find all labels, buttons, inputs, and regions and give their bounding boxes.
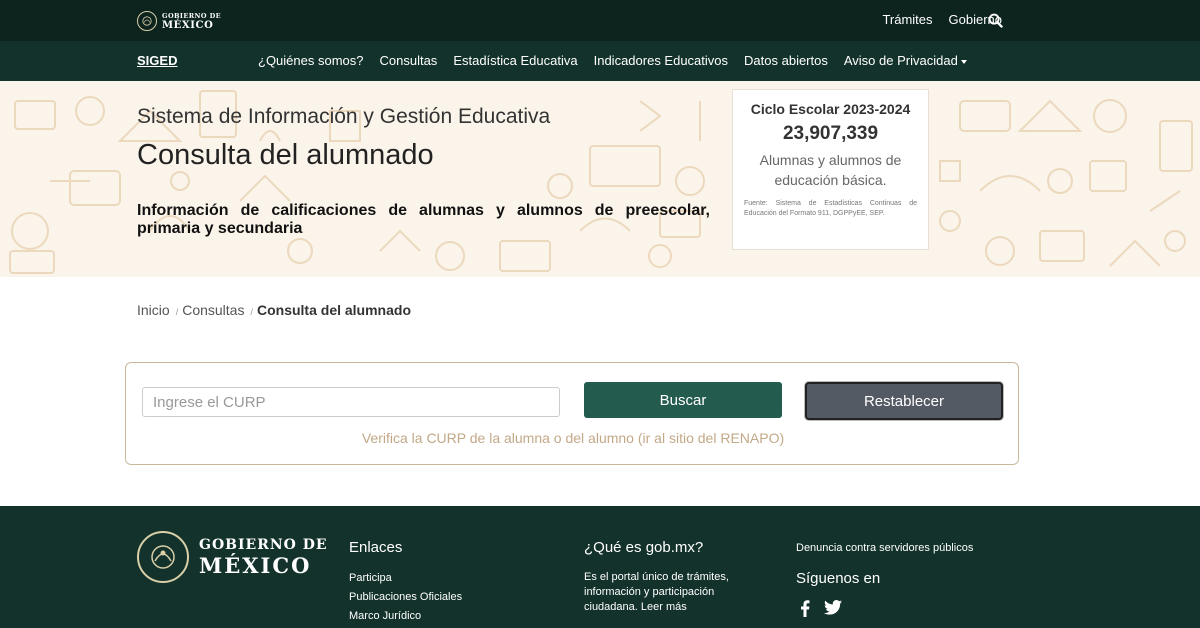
stat-label: Alumnas y alumnos de educación básica. xyxy=(759,152,902,188)
footer-what-title: ¿Qué es gob.mx? xyxy=(584,539,704,556)
nav-links: ¿Quiénes somos? Consultas Estadística Ed… xyxy=(258,53,967,68)
breadcrumb-home[interactable]: Inicio xyxy=(137,302,170,318)
social-links xyxy=(800,600,842,622)
nav-item-datos-abiertos[interactable]: Datos abiertos xyxy=(744,53,828,68)
footer-what-text: Es el portal único de trámites, informac… xyxy=(584,571,729,613)
facebook-icon[interactable] xyxy=(800,600,810,622)
caret-down-icon xyxy=(960,59,967,64)
search-button[interactable]: Buscar xyxy=(584,382,782,418)
nav-item-estadistica[interactable]: Estadística Educativa xyxy=(453,53,577,68)
footer-logo-line-2: MÉXICO xyxy=(199,553,312,578)
breadcrumb-consultas[interactable]: Consultas xyxy=(182,302,244,318)
footer: GOBIERNO DE MÉXICO Enlaces Participa Pub… xyxy=(0,506,1200,628)
breadcrumb-separator: / xyxy=(175,307,179,317)
nav-item-aviso-privacidad[interactable]: Aviso de Privacidad xyxy=(844,53,967,68)
stat-cycle: Ciclo Escolar 2023-2024 xyxy=(750,101,911,117)
nav-item-indicadores[interactable]: Indicadores Educativos xyxy=(594,53,728,68)
breadcrumb: Inicio / Consultas / Consulta del alumna… xyxy=(137,302,411,318)
top-links: Trámites Gobierno xyxy=(882,12,1002,27)
hero-subtitle: Sistema de Información y Gestión Educati… xyxy=(137,105,551,128)
top-link-tramites[interactable]: Trámites xyxy=(882,12,932,27)
breadcrumb-current: Consulta del alumnado xyxy=(256,302,411,318)
curp-input[interactable] xyxy=(142,387,560,417)
footer-denuncia-link[interactable]: Denuncia contra servidores públicos xyxy=(796,542,973,554)
logo-line-2: MÉXICO xyxy=(162,20,214,31)
stat-source: Fuente: Sistema de Estadísticas Continua… xyxy=(744,200,917,217)
nav-item-quienes-somos[interactable]: ¿Quiénes somos? xyxy=(258,53,364,68)
brand-siged[interactable]: SIGED xyxy=(137,53,177,68)
reset-button[interactable]: Restablecer xyxy=(805,382,1003,420)
footer-link-participa[interactable]: Participa xyxy=(349,572,392,584)
footer-link-publicaciones[interactable]: Publicaciones Oficiales xyxy=(349,591,462,603)
nav-item-aviso-label: Aviso de Privacidad xyxy=(843,53,958,68)
footer-gobierno-logo[interactable]: GOBIERNO DE MÉXICO xyxy=(137,531,328,583)
breadcrumb-separator: / xyxy=(250,307,253,317)
hero-description: Información de calificaciones de alumnas… xyxy=(137,202,710,237)
main-nav: SIGED ¿Quiénes somos? Consultas Estadíst… xyxy=(0,41,1200,81)
top-bar: GOBIERNO DE MÉXICO Trámites Gobierno xyxy=(0,0,1200,41)
footer-logo-line-1: GOBIERNO DE xyxy=(199,537,328,553)
curp-search-form: Buscar Restablecer Verifica la CURP de l… xyxy=(125,362,1019,465)
footer-follow-title: Síguenos en xyxy=(796,570,881,587)
footer-link-marco-juridico[interactable]: Marco Jurídico xyxy=(349,610,421,622)
stat-number: 23,907,339 xyxy=(782,123,879,144)
search-icon[interactable] xyxy=(988,13,1003,28)
nav-item-consultas[interactable]: Consultas xyxy=(380,53,438,68)
page-title: Consulta del alumnado xyxy=(137,139,434,171)
footer-links-title: Enlaces xyxy=(349,539,403,556)
national-seal-icon xyxy=(137,531,189,583)
twitter-icon[interactable] xyxy=(824,600,842,622)
national-seal-icon xyxy=(137,11,157,31)
verify-curp-link[interactable]: Verifica la CURP de la alumna o del alum… xyxy=(126,430,1020,446)
gobierno-logo[interactable]: GOBIERNO DE MÉXICO xyxy=(137,11,221,31)
enrollment-stat-card: Ciclo Escolar 2023-2024 23,907,339 Alumn… xyxy=(732,89,929,250)
logo-wordmark: GOBIERNO DE MÉXICO xyxy=(162,12,221,31)
footer-logo-wordmark: GOBIERNO DE MÉXICO xyxy=(199,536,328,578)
